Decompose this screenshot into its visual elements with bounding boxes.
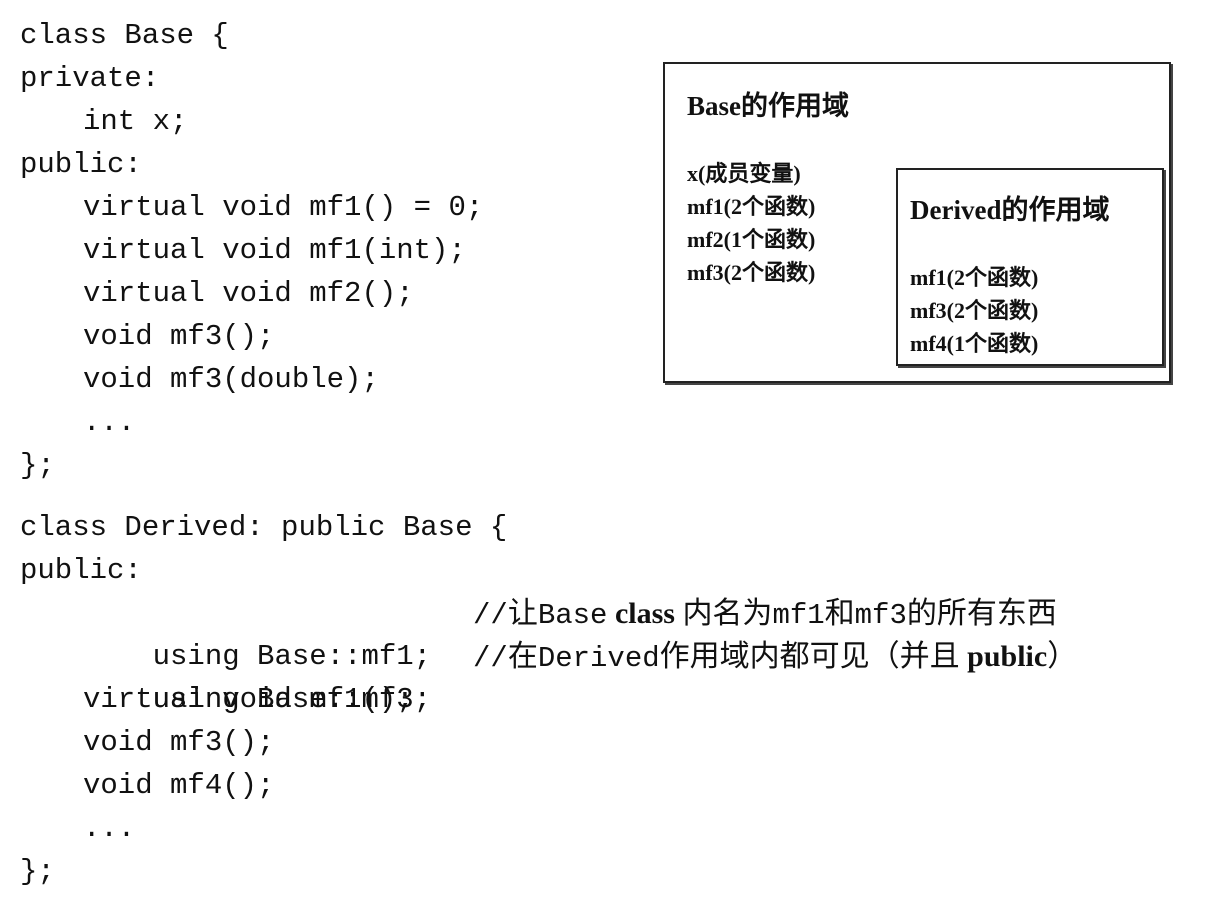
scope-item: mf2(1个函数): [687, 227, 816, 252]
code-line: private:: [20, 62, 160, 95]
comment-code-term: Derived: [537, 642, 660, 675]
code-line: class Derived: public Base {: [20, 511, 508, 544]
code-line: public:: [20, 554, 142, 587]
derived-scope-title: Derived的作用域: [910, 195, 1110, 225]
comment-keyword: public: [959, 640, 1048, 673]
code-line: void mf3();: [83, 320, 275, 353]
code-line: int x;: [83, 105, 188, 138]
comment-prefix: //: [473, 599, 508, 632]
scope-item: x(成员变量): [687, 161, 801, 186]
code-line: class Base {: [20, 19, 229, 52]
comment-keyword: class: [607, 597, 675, 630]
derived-class-code: class Derived: public Base { public: usi…: [20, 506, 1078, 893]
base-class-code: class Base { private: int x; public: vir…: [20, 14, 483, 487]
code-line: virtual void mf1(int);: [83, 234, 466, 267]
code-line: void mf3();: [83, 726, 275, 759]
comment-code-term: Base: [537, 599, 608, 632]
base-scope-list: x(成员变量) mf1(2个函数) mf2(1个函数) mf3(2个函数): [687, 157, 815, 289]
code-line: };: [20, 449, 55, 482]
comment-text: 作用域内都可见（并且: [659, 640, 960, 673]
code-comment: //让Base class 内名为mf1和mf3的所有东西: [473, 592, 1057, 637]
comment-code-term: mf1: [772, 599, 825, 632]
scope-item: mf3(2个函数): [910, 298, 1039, 323]
comment-text: 和: [824, 597, 855, 630]
code-line: using Base::mf1; //让Base class 内名为mf1和mf…: [20, 592, 1057, 673]
code-line: ...: [83, 406, 136, 439]
comment-text: 在: [507, 640, 538, 673]
comment-text: 的所有东西: [906, 597, 1057, 630]
scope-item: mf3(2个函数): [687, 260, 816, 285]
code-line: virtual void mf1();: [83, 683, 414, 716]
code-line: using Base::mf3; //在Derived作用域内都可见（并且 pu…: [20, 635, 1078, 716]
base-scope-box: Base的作用域 x(成员变量) mf1(2个函数) mf2(1个函数) mf3…: [663, 62, 1171, 383]
scope-item: mf1(2个函数): [687, 194, 816, 219]
code-line: virtual void mf1() = 0;: [83, 191, 484, 224]
code-line: virtual void mf2();: [83, 277, 414, 310]
code-line: void mf3(double);: [83, 363, 379, 396]
derived-scope-box: Derived的作用域 mf1(2个函数) mf3(2个函数) mf4(1个函数…: [896, 168, 1164, 366]
code-line: public:: [20, 148, 142, 181]
code-comment: //在Derived作用域内都可见（并且 public）: [473, 635, 1077, 680]
comment-text: ）: [1047, 640, 1078, 673]
code-line: };: [20, 855, 55, 888]
base-scope-title: Base的作用域: [687, 91, 849, 121]
comment-prefix: //: [473, 642, 508, 675]
derived-scope-list: mf1(2个函数) mf3(2个函数) mf4(1个函数): [910, 261, 1038, 360]
comment-code-term: mf3: [854, 599, 907, 632]
scope-item: mf4(1个函数): [910, 331, 1039, 356]
code-line: void mf4();: [83, 769, 275, 802]
scope-item: mf1(2个函数): [910, 265, 1039, 290]
comment-text: 让: [507, 597, 538, 630]
code-line: ...: [83, 812, 136, 845]
comment-text: 内名为: [674, 597, 773, 630]
